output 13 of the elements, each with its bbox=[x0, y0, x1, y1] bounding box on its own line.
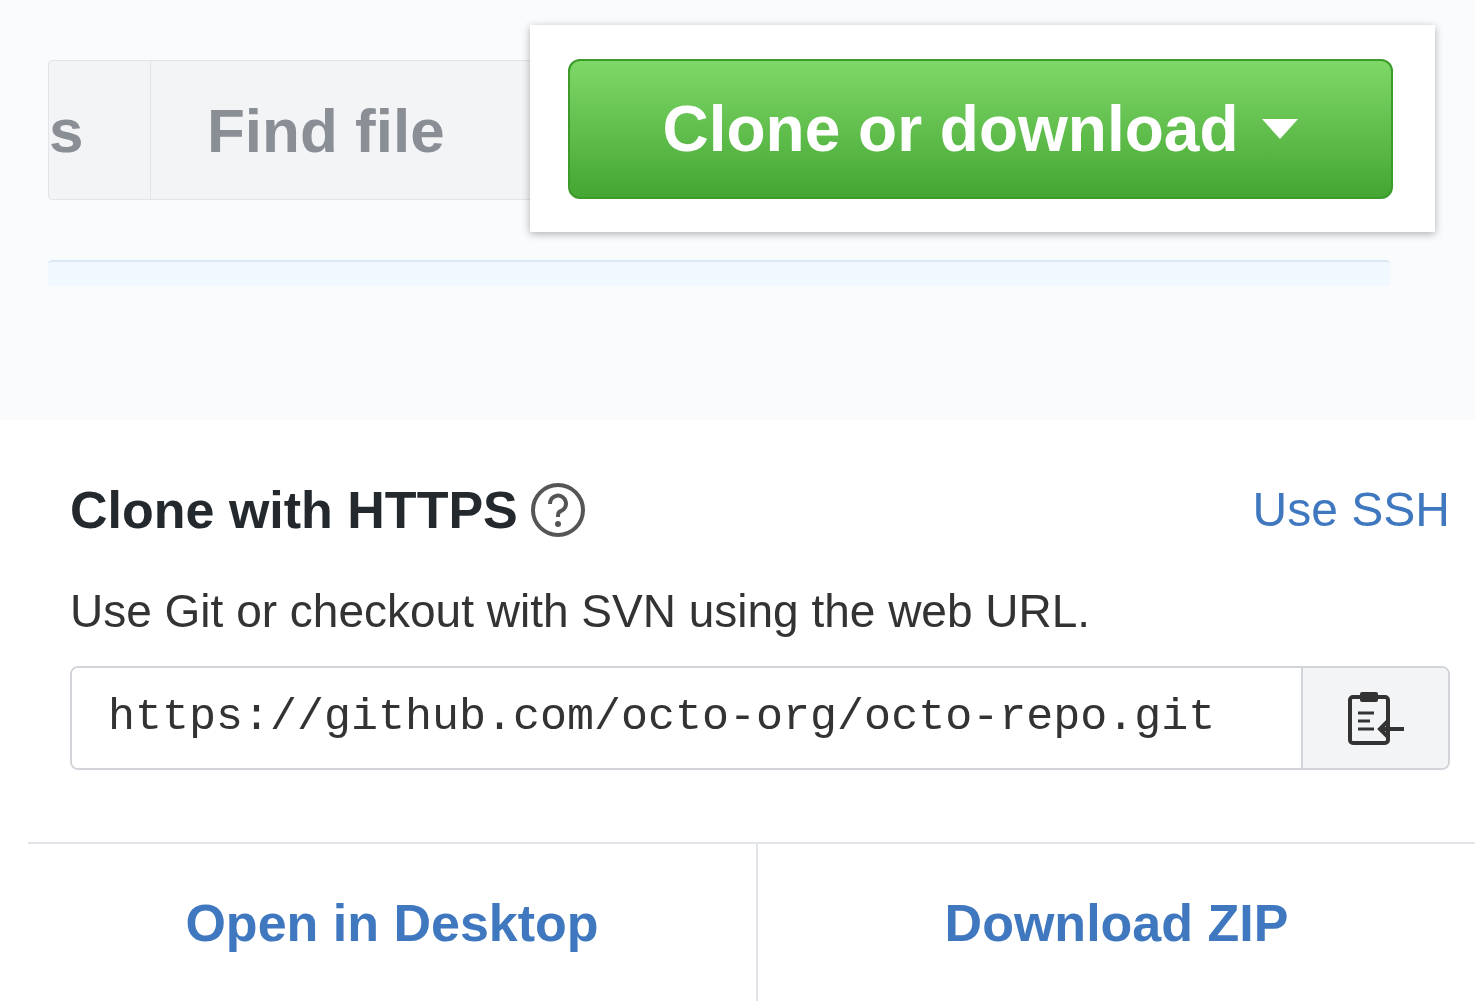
description: Use Git or checkout with SVN using the web URL. bbox=[70, 584, 1092, 639]
open-in-desktop-link[interactable]: Open in Desktop bbox=[185, 884, 599, 962]
toolbar-button[interactable]: s bbox=[49, 61, 151, 199]
url-field[interactable]: https://github.com/octo-org/octo-repo.git bbox=[70, 666, 1450, 770]
caret-icon bbox=[1262, 118, 1299, 139]
clone-button[interactable]: Clone or download bbox=[568, 58, 1393, 199]
download-zip-link[interactable]: Download ZIP bbox=[944, 884, 1289, 962]
panel-title: Clone with HTTPS bbox=[70, 480, 518, 541]
use-ssh-link[interactable]: Use SSH bbox=[1252, 474, 1450, 546]
find-file-button[interactable]: Find file bbox=[151, 61, 531, 199]
copy-button[interactable] bbox=[1301, 668, 1448, 768]
clipboard-icon bbox=[1345, 689, 1406, 747]
help-icon[interactable] bbox=[529, 482, 586, 538]
